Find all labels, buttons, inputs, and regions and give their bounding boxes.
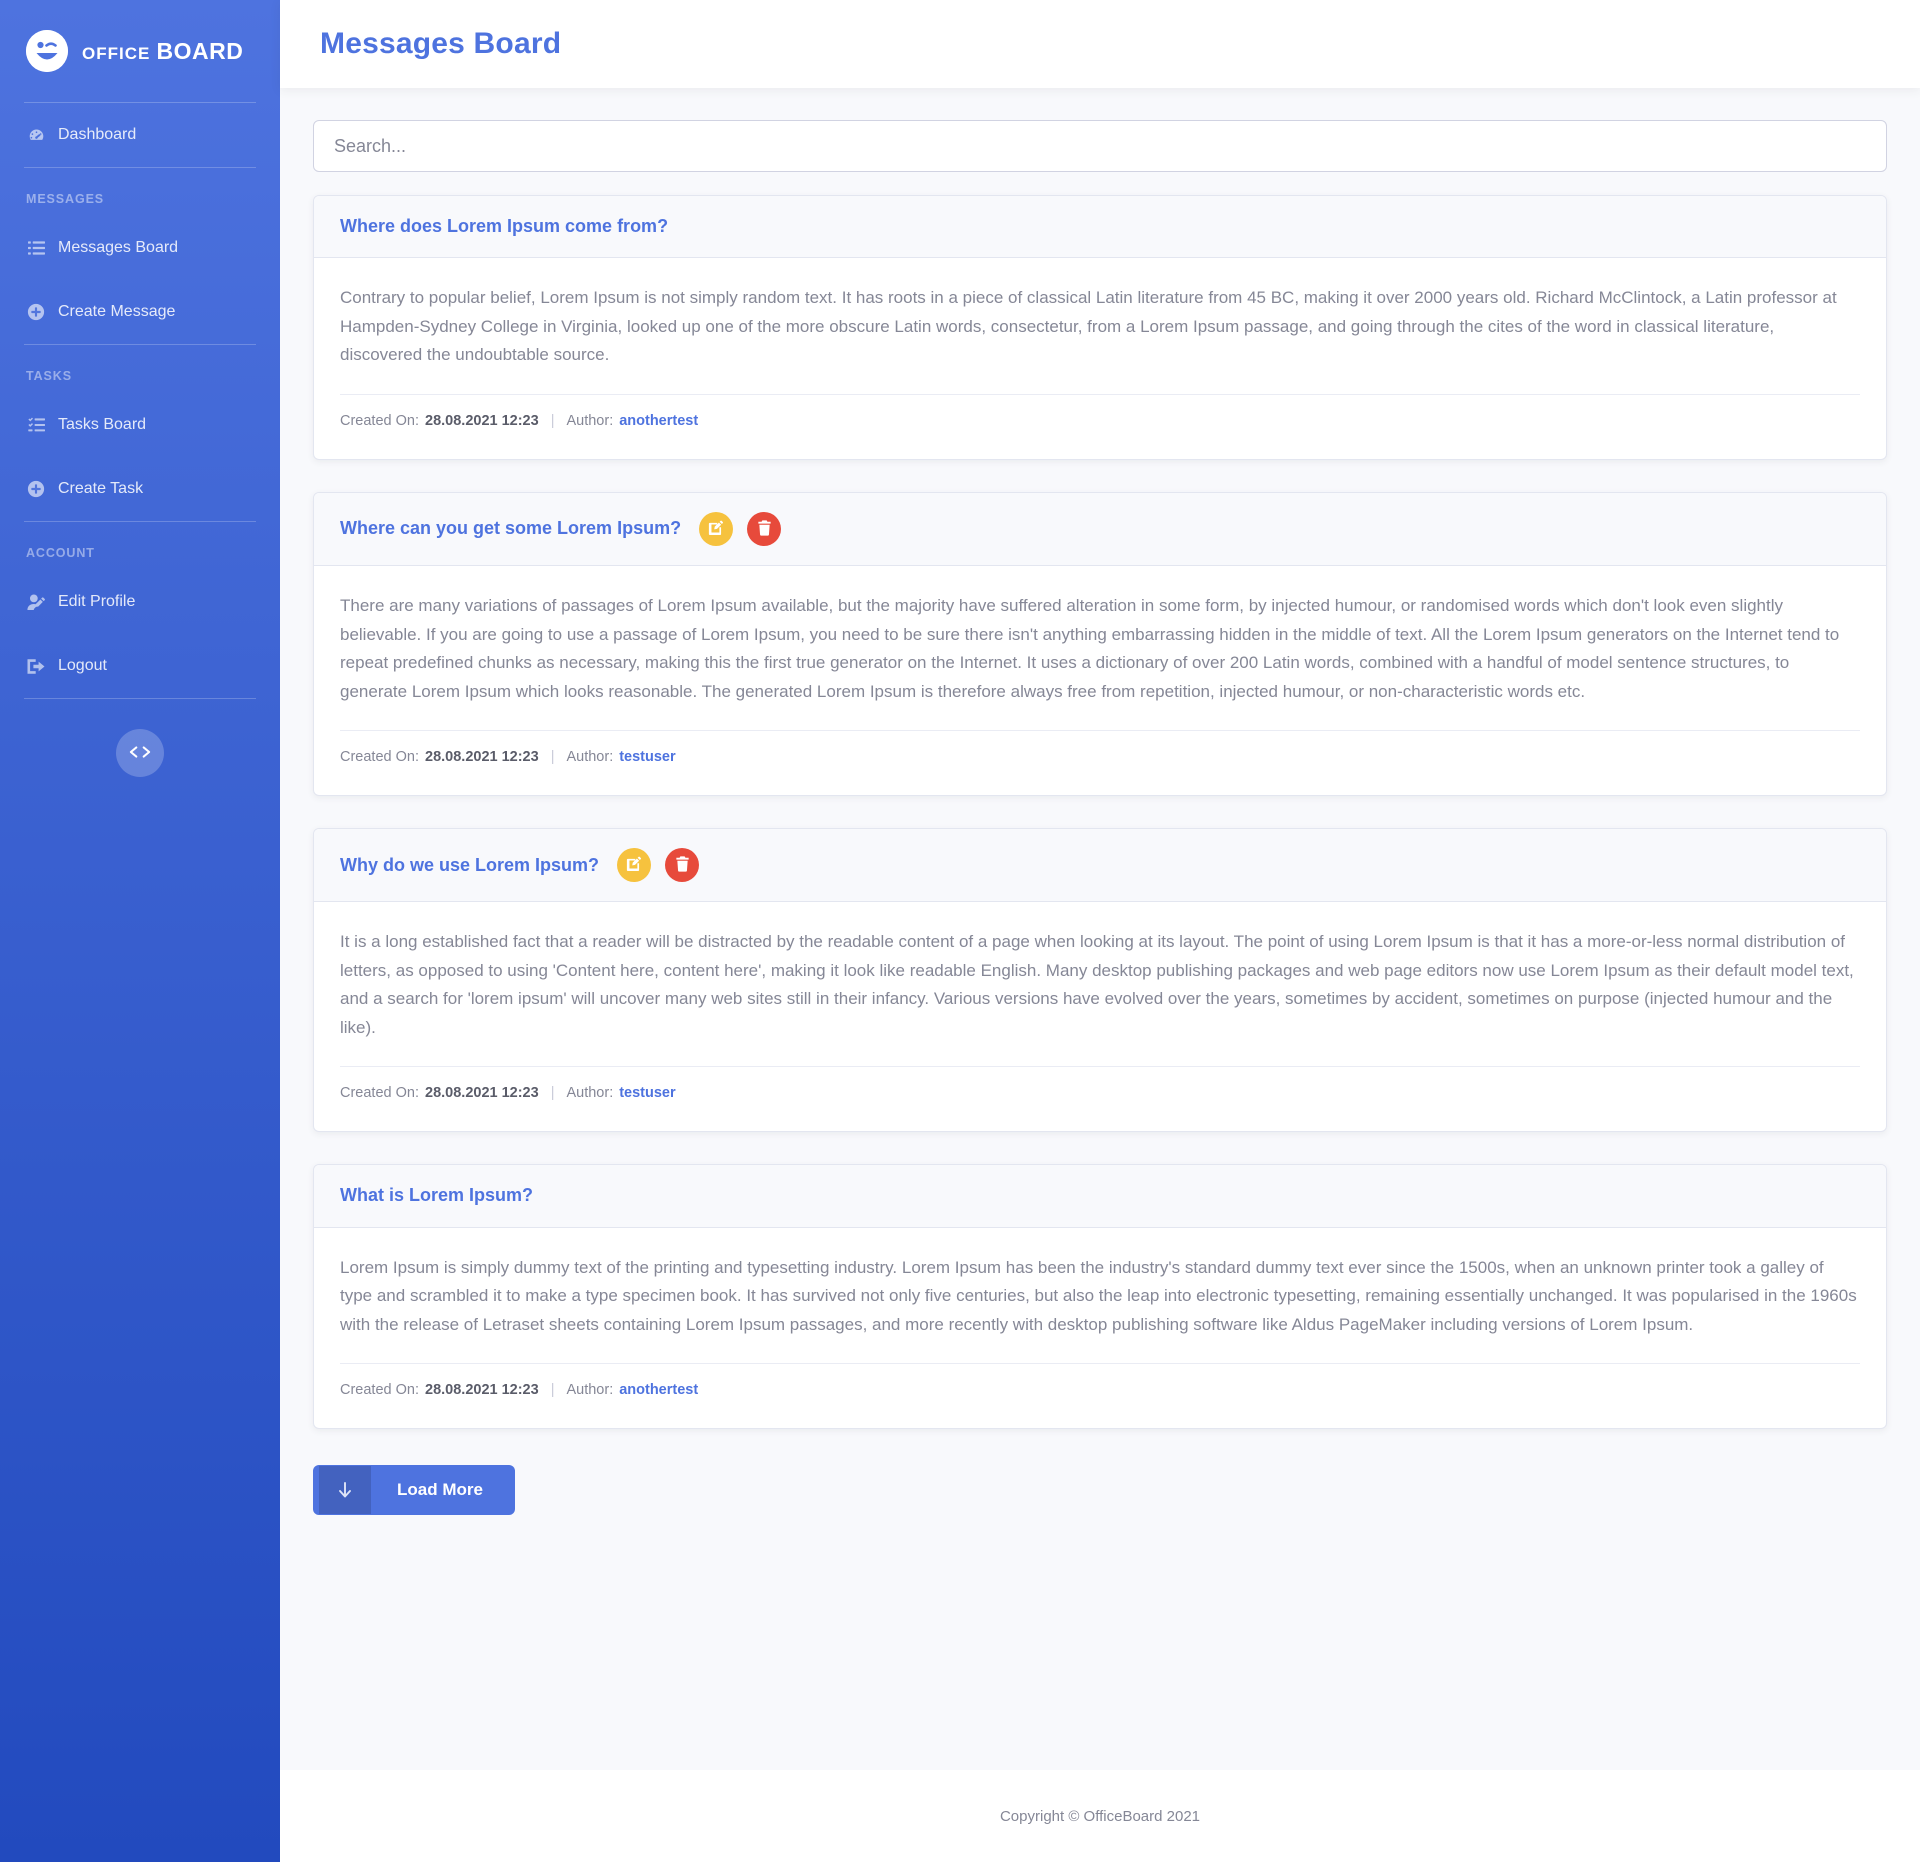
message-title: Why do we use Lorem Ipsum?	[340, 854, 600, 875]
message-actions	[699, 512, 782, 547]
message-card-body: Contrary to popular belief, Lorem Ipsum …	[314, 258, 1886, 459]
search-input[interactable]	[313, 120, 1887, 172]
message-body-text: Lorem Ipsum is simply dummy text of the …	[340, 1257, 1857, 1334]
message-card-body: It is a long established fact that a rea…	[314, 902, 1886, 1131]
message-meta: Created On: 28.08.2021 12:23 | Author: a…	[340, 1364, 1860, 1428]
sidebar-item-edit-profile-label: Edit Profile	[58, 593, 136, 610]
code-icon	[129, 744, 151, 763]
author-value[interactable]: anothertest	[619, 1382, 698, 1398]
sidebar-item-tasks-board-label: Tasks Board	[58, 416, 147, 433]
message-card-header: Where can you get some Lorem Ipsum?	[314, 493, 1886, 567]
message-meta: Created On: 28.08.2021 12:23 | Author: a…	[340, 395, 1860, 459]
message-body-text: There are many variations of passages of…	[340, 596, 1840, 701]
sidebar-heading-account: ACCOUNT	[26, 546, 95, 560]
list-check-icon	[26, 415, 46, 435]
edit-message-button[interactable]	[617, 848, 652, 883]
message-actions	[617, 848, 700, 883]
user-edit-icon	[26, 592, 46, 612]
sidebar-item-messages-board-label: Messages Board	[58, 239, 179, 256]
message-body-text: Contrary to popular belief, Lorem Ipsum …	[340, 288, 1837, 365]
created-on-label: Created On:	[340, 1085, 419, 1102]
edit-message-button[interactable]	[699, 512, 734, 547]
message-card-body: There are many variations of passages of…	[314, 566, 1886, 795]
sidebar-item-tasks-board[interactable]: Tasks Board	[0, 393, 280, 457]
sidebar-item-edit-profile[interactable]: Edit Profile	[0, 570, 280, 634]
created-on-label: Created On:	[340, 749, 419, 766]
author-value[interactable]: testuser	[619, 749, 675, 765]
sidebar-item-create-task-label: Create Task	[58, 480, 144, 497]
author-value[interactable]: testuser	[619, 1085, 675, 1101]
created-on-value: 28.08.2021 12:23	[425, 1085, 539, 1102]
brand-name-small: OFFICE	[82, 43, 151, 63]
content-area: Where does Lorem Ipsum come from? Contra…	[280, 88, 1920, 1770]
sidebar-item-dashboard[interactable]: Dashboard	[0, 103, 280, 167]
sidebar-item-create-message[interactable]: Create Message	[0, 280, 280, 344]
edit-pencil-square-icon	[626, 856, 642, 875]
smiley-wink-icon	[26, 30, 68, 72]
plus-circle-icon	[26, 302, 46, 322]
author-value[interactable]: anothertest	[619, 413, 698, 429]
sidebar-item-messages-board[interactable]: Messages Board	[0, 216, 280, 280]
app-root: OFFICE BOARD Dashboard MESSAGES Messages…	[0, 0, 1920, 1862]
code-toggle-container	[0, 699, 280, 777]
sidebar-item-logout-label: Logout	[58, 657, 107, 674]
sidebar-item-create-message-label: Create Message	[58, 303, 176, 320]
main-area: Messages Board Where does Lorem Ipsum co…	[280, 0, 1920, 1862]
message-card-header: Where does Lorem Ipsum come from?	[314, 196, 1886, 259]
brand-name-large: BOARD	[156, 37, 244, 64]
delete-message-button[interactable]	[665, 848, 700, 883]
brand-text: OFFICE BOARD	[82, 38, 243, 65]
sidebar-heading-messages: MESSAGES	[26, 192, 105, 206]
message-title: Where can you get some Lorem Ipsum?	[340, 518, 682, 539]
edit-pencil-square-icon	[708, 520, 724, 539]
meta-separator: |	[550, 1382, 555, 1399]
meta-separator: |	[550, 1085, 555, 1102]
created-on-value: 28.08.2021 12:23	[425, 749, 539, 766]
message-card-header: Why do we use Lorem Ipsum?	[314, 829, 1886, 903]
message-title: What is Lorem Ipsum?	[340, 1185, 534, 1206]
brand-logo-link[interactable]: OFFICE BOARD	[0, 0, 280, 102]
trash-icon	[757, 519, 772, 539]
meta-separator: |	[550, 413, 555, 430]
load-more-button[interactable]: Load More	[313, 1465, 515, 1516]
sign-out-icon	[26, 656, 46, 676]
sidebar-item-dashboard-label: Dashboard	[58, 126, 137, 143]
footer-copyright: Copyright © OfficeBoard 2021	[999, 1807, 1201, 1825]
created-on-label: Created On:	[340, 413, 419, 430]
message-card: Where does Lorem Ipsum come from? Contra…	[313, 195, 1887, 461]
footer: Copyright © OfficeBoard 2021	[280, 1770, 1920, 1862]
sidebar-heading-tasks: TASKS	[26, 369, 72, 383]
list-icon	[26, 238, 46, 258]
message-body-text: It is a long established fact that a rea…	[340, 932, 1854, 1037]
author-label: Author:	[566, 749, 614, 766]
author-label: Author:	[566, 413, 614, 430]
sidebar: OFFICE BOARD Dashboard MESSAGES Messages…	[0, 0, 280, 1862]
page-title: Messages Board	[320, 27, 562, 60]
created-on-label: Created On:	[340, 1382, 419, 1399]
meta-separator: |	[550, 749, 555, 766]
message-card: Where can you get some Lorem Ipsum? Ther…	[313, 492, 1887, 797]
created-on-value: 28.08.2021 12:23	[425, 413, 539, 430]
sidebar-item-create-task[interactable]: Create Task	[0, 457, 280, 521]
message-card: What is Lorem Ipsum? Lorem Ipsum is simp…	[313, 1164, 1887, 1430]
load-more-label: Load More	[397, 1480, 483, 1500]
tachometer-icon	[26, 125, 46, 145]
author-label: Author:	[566, 1382, 614, 1399]
message-meta: Created On: 28.08.2021 12:23 | Author: t…	[340, 731, 1860, 795]
sidebar-item-logout[interactable]: Logout	[0, 634, 280, 698]
created-on-value: 28.08.2021 12:23	[425, 1382, 539, 1399]
author-label: Author:	[566, 1085, 614, 1102]
message-title: Where does Lorem Ipsum come from?	[340, 216, 669, 236]
trash-icon	[675, 856, 690, 875]
plus-circle-icon	[26, 479, 46, 499]
message-card: Why do we use Lorem Ipsum? It is a long …	[313, 828, 1887, 1133]
message-card-header: What is Lorem Ipsum?	[314, 1165, 1886, 1228]
code-toggle-button[interactable]	[116, 729, 164, 777]
delete-message-button[interactable]	[747, 512, 782, 547]
topbar: Messages Board	[280, 0, 1920, 88]
message-card-body: Lorem Ipsum is simply dummy text of the …	[314, 1228, 1886, 1429]
arrow-down-icon	[319, 1466, 371, 1515]
message-meta: Created On: 28.08.2021 12:23 | Author: t…	[340, 1067, 1860, 1131]
